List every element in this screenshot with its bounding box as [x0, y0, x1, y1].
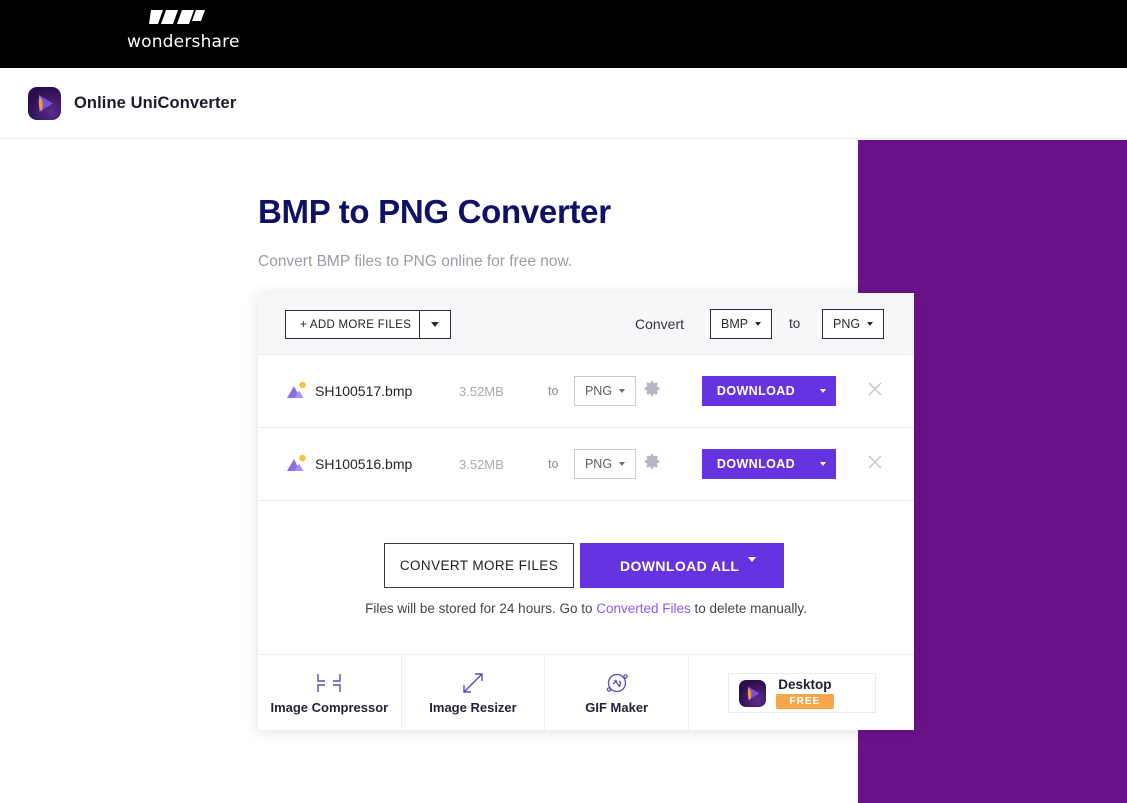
- resize-arrows-icon: [460, 671, 486, 695]
- download-all-label: DOWNLOAD ALL: [620, 557, 740, 574]
- chevron-down-icon: [867, 322, 874, 326]
- brand-bar: wondershare: [0, 0, 1127, 68]
- uniconverter-app-icon[interactable]: [28, 87, 61, 120]
- download-button[interactable]: DOWNLOAD: [702, 376, 810, 406]
- compress-corners-icon: [316, 671, 342, 695]
- chevron-down-icon: [755, 322, 762, 326]
- source-format-select[interactable]: BMP: [710, 309, 773, 339]
- page-title: Online UniConverter: [74, 94, 237, 112]
- convert-label: Convert: [635, 316, 685, 332]
- download-all-dropdown[interactable]: [748, 557, 756, 578]
- chevron-down-icon: [820, 389, 826, 393]
- convert-more-files-button[interactable]: CONVERT MORE FILES: [384, 543, 574, 588]
- close-icon[interactable]: [866, 453, 884, 471]
- gif-circle-icon: [604, 671, 630, 695]
- chevron-down-icon: [619, 389, 626, 393]
- to-label: to: [789, 316, 801, 331]
- image-file-icon: [287, 381, 306, 398]
- converter-card: + ADD MORE FILES Convert BMP to PNG SH10…: [258, 293, 914, 731]
- card-actions-area: CONVERT MORE FILES DOWNLOAD ALL Files wi…: [258, 501, 914, 654]
- row-format-select[interactable]: PNG: [574, 449, 636, 479]
- row-to-label: to: [548, 457, 559, 471]
- storage-notice: Files will be stored for 24 hours. Go to…: [258, 601, 914, 616]
- desktop-app-button[interactable]: Desktop FREE: [727, 673, 876, 713]
- converter-subheading: Convert BMP files to PNG online for free…: [258, 253, 573, 270]
- converted-files-link[interactable]: Converted Files: [596, 601, 691, 616]
- download-button[interactable]: DOWNLOAD: [702, 449, 810, 479]
- download-dropdown-button[interactable]: [810, 449, 836, 479]
- tool-label: Image Resizer: [429, 700, 517, 715]
- gear-icon[interactable]: [644, 380, 661, 397]
- tool-image-compressor[interactable]: Image Compressor: [258, 655, 402, 731]
- notice-suffix: to delete manually.: [690, 601, 807, 616]
- file-size: 3.52MB: [459, 457, 504, 472]
- target-format-select[interactable]: PNG: [822, 309, 885, 339]
- gear-icon[interactable]: [644, 453, 661, 470]
- tool-image-resizer[interactable]: Image Resizer: [402, 655, 546, 731]
- card-footer-tools: Image Compressor Image Resizer GIF Maker…: [258, 654, 914, 731]
- download-dropdown-button[interactable]: [810, 376, 836, 406]
- target-format-value: PNG: [833, 317, 861, 331]
- file-name: SH100516.bmp: [315, 456, 413, 472]
- desktop-promo-cell: Desktop FREE: [689, 655, 914, 731]
- file-size: 3.52MB: [459, 384, 504, 399]
- wondershare-wordmark: wondershare: [127, 32, 240, 52]
- source-format-value: BMP: [721, 317, 749, 331]
- notice-prefix: Files will be stored for 24 hours. Go to: [365, 601, 597, 616]
- file-name: SH100517.bmp: [315, 383, 413, 399]
- add-more-files-dropdown-button[interactable]: [419, 310, 451, 339]
- chevron-down-icon: [431, 322, 439, 327]
- status-badge: FREE: [775, 694, 835, 709]
- chevron-down-icon: [820, 462, 826, 466]
- chevron-down-icon: [748, 557, 756, 578]
- card-toolbar: + ADD MORE FILES Convert BMP to PNG: [258, 293, 914, 355]
- chevron-down-icon: [619, 462, 626, 466]
- uniconverter-app-icon: [738, 679, 766, 707]
- tool-label: Image Compressor: [270, 700, 389, 715]
- close-icon[interactable]: [866, 380, 884, 398]
- wondershare-brand[interactable]: wondershare: [127, 8, 240, 52]
- desktop-promo-text: Desktop FREE: [775, 677, 835, 709]
- download-all-button[interactable]: DOWNLOAD ALL: [580, 543, 784, 588]
- image-file-icon: [287, 454, 306, 471]
- row-format-select[interactable]: PNG: [574, 376, 636, 406]
- wondershare-w-mark-icon: [149, 10, 205, 24]
- row-to-label: to: [548, 384, 559, 398]
- tool-label: GIF Maker: [585, 700, 649, 715]
- table-row: SH100517.bmp 3.52MB to PNG DOWNLOAD: [258, 355, 914, 428]
- converter-heading: BMP to PNG Converter: [258, 193, 611, 230]
- desktop-title: Desktop: [778, 677, 832, 692]
- row-format-value: PNG: [584, 384, 613, 398]
- table-row: SH100516.bmp 3.52MB to PNG DOWNLOAD: [258, 428, 914, 501]
- row-format-value: PNG: [584, 457, 613, 471]
- tool-gif-maker[interactable]: GIF Maker: [545, 655, 690, 731]
- add-more-files-button[interactable]: + ADD MORE FILES: [285, 310, 426, 339]
